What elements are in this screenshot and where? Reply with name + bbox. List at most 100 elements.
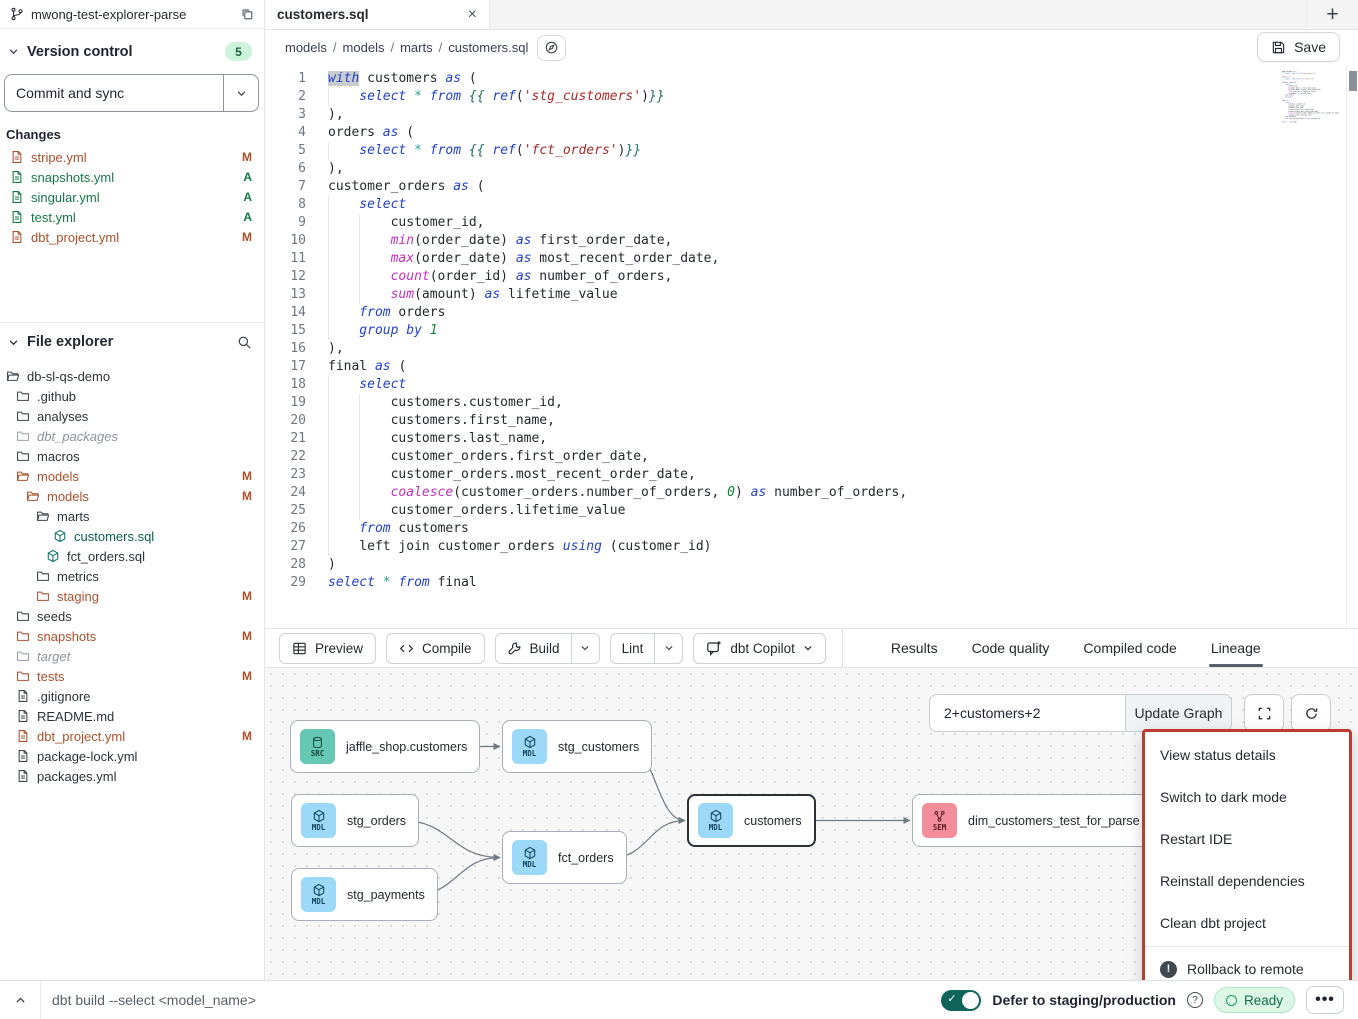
file-tree-item[interactable]: tests M <box>0 666 264 686</box>
file-tree-item-name: models <box>37 469 79 484</box>
more-options-button[interactable]: ••• <box>1306 986 1344 1014</box>
context-menu-item-clean-dbt-project[interactable]: Clean dbt project <box>1145 902 1349 944</box>
file-tree-item[interactable]: staging M <box>0 586 264 606</box>
file-explorer-header[interactable]: File explorer <box>0 323 264 360</box>
commit-and-sync-button[interactable]: Commit and sync <box>5 75 223 111</box>
file-tree-item[interactable]: seeds <box>0 606 264 626</box>
fullscreen-button[interactable] <box>1244 694 1284 732</box>
changed-file-row[interactable]: singular.yml A <box>0 187 264 207</box>
breadcrumb-segment[interactable]: models <box>285 40 327 55</box>
file-explorer-title: File explorer <box>27 334 113 350</box>
changed-file-row[interactable]: dbt_project.yml M <box>0 227 264 247</box>
panel-tab-lineage[interactable]: Lineage <box>1211 629 1261 667</box>
graph-selector-group: 2+customers+2 Update Graph <box>929 694 1232 732</box>
file-tree-item[interactable]: macros <box>0 446 264 466</box>
changed-file-row[interactable]: test.yml A <box>0 207 264 227</box>
code-content[interactable]: with customers as ( select * from {{ ref… <box>319 70 907 628</box>
chevron-down-icon <box>8 337 19 348</box>
panel-tab-code-quality[interactable]: Code quality <box>972 629 1050 667</box>
graph-selector-input[interactable]: 2+customers+2 <box>929 694 1125 732</box>
file-tree-item[interactable]: packages.yml <box>0 766 264 786</box>
new-tab-button[interactable]: + <box>1306 0 1358 29</box>
version-control-header[interactable]: Version control 5 <box>0 29 264 67</box>
lineage-node-stg_customers[interactable]: MDL stg_customers <box>502 720 652 773</box>
breadcrumb-segment[interactable]: marts <box>400 40 433 55</box>
tab-customers-sql[interactable]: customers.sql × <box>265 0 490 29</box>
defer-toggle[interactable]: ✓ <box>941 990 981 1011</box>
compass-icon[interactable] <box>537 35 566 61</box>
file-tree-item[interactable]: .gitignore <box>0 686 264 706</box>
changed-file-name: singular.yml <box>31 190 100 205</box>
preview-button[interactable]: Preview <box>279 633 376 664</box>
changed-file-name: snapshots.yml <box>31 170 114 185</box>
build-options-caret[interactable] <box>571 634 599 663</box>
file-tree-item[interactable]: customers.sql <box>0 526 264 546</box>
lineage-node-dim_customers_test_for_parse[interactable]: SEM dim_customers_test_for_parse <box>912 794 1153 847</box>
lineage-node-stg_orders[interactable]: MDL stg_orders <box>291 794 419 847</box>
lint-options-caret[interactable] <box>654 634 682 663</box>
changed-file-row[interactable]: snapshots.yml A <box>0 167 264 187</box>
node-type-label: MDL <box>523 861 537 869</box>
file-tree-item[interactable]: models M <box>0 486 264 506</box>
file-tree-item[interactable]: fct_orders.sql <box>0 546 264 566</box>
changed-file-row[interactable]: stripe.yml M <box>0 147 264 167</box>
file-tree-item[interactable]: models M <box>0 466 264 486</box>
command-bar[interactable]: dbt build --select <model_name> ✓ Defer … <box>40 981 1358 1019</box>
file-tree-item[interactable]: marts <box>0 506 264 526</box>
compile-button[interactable]: Compile <box>386 633 485 664</box>
lint-button[interactable]: Lint <box>611 634 655 663</box>
help-icon[interactable]: ? <box>1187 992 1203 1008</box>
breadcrumb-segment[interactable]: customers.sql <box>448 40 528 55</box>
copy-branch-icon[interactable] <box>240 7 254 21</box>
context-menu-item-reinstall-dependencies[interactable]: Reinstall dependencies <box>1145 860 1349 902</box>
node-name: stg_orders <box>347 814 406 828</box>
update-graph-button[interactable]: Update Graph <box>1125 694 1232 732</box>
modified-status-badge: M <box>242 489 252 503</box>
file-tree-item[interactable]: package-lock.yml <box>0 746 264 766</box>
file-tree-item[interactable]: analyses <box>0 406 264 426</box>
save-button[interactable]: Save <box>1257 32 1340 62</box>
dbt-cloud-ide: mwong-test-explorer-parse Version contro… <box>0 0 1358 1019</box>
model-icon <box>312 809 326 823</box>
file-tree-item[interactable]: db-sl-qs-demo <box>0 366 264 386</box>
close-tab-icon[interactable]: × <box>468 6 477 24</box>
node-type-label: MDL <box>312 824 326 832</box>
folder-icon <box>16 389 30 403</box>
editor-minimap[interactable]: with customers as ( select * from {{ ref… <box>1282 71 1342 129</box>
node-type-badge: MDL <box>512 729 547 764</box>
context-menu-item-restart-ide[interactable]: Restart IDE <box>1145 818 1349 860</box>
expand-history-button[interactable] <box>0 981 40 1019</box>
editor-scrollbar[interactable] <box>1346 65 1358 628</box>
context-menu-item-view-status-details[interactable]: View status details <box>1145 734 1349 776</box>
file-tree-item[interactable]: dbt_project.yml M <box>0 726 264 746</box>
context-menu-item-switch-to-dark-mode[interactable]: Switch to dark mode <box>1145 776 1349 818</box>
node-name: fct_orders <box>558 851 614 865</box>
file-tree-item-name: snapshots <box>37 629 96 644</box>
lineage-node-src_customers[interactable]: SRC jaffle_shop.customers <box>290 720 480 773</box>
search-icon[interactable] <box>237 335 252 350</box>
build-button[interactable]: Build <box>496 634 571 663</box>
branch-name: mwong-test-explorer-parse <box>31 7 186 22</box>
command-input-text[interactable]: dbt build --select <model_name> <box>52 992 256 1008</box>
file-icon <box>10 190 24 204</box>
lineage-node-customers[interactable]: MDL customers <box>687 794 816 847</box>
file-tree-item[interactable]: .github <box>0 386 264 406</box>
node-type-badge: MDL <box>512 840 547 875</box>
dbt-copilot-button[interactable]: dbt Copilot <box>693 633 826 664</box>
commit-options-caret[interactable] <box>223 75 258 111</box>
file-tree-item[interactable]: dbt_packages <box>0 426 264 446</box>
file-tree-item[interactable]: README.md <box>0 706 264 726</box>
file-tree-item[interactable]: snapshots M <box>0 626 264 646</box>
refresh-graph-button[interactable] <box>1291 694 1331 732</box>
file-tree-item[interactable]: metrics <box>0 566 264 586</box>
code-editor[interactable]: 1234567891011121314151617181920212223242… <box>265 65 1358 628</box>
breadcrumb-segment[interactable]: models <box>343 40 385 55</box>
panel-tab-compiled-code[interactable]: Compiled code <box>1083 629 1176 667</box>
modified-status-badge: M <box>242 729 252 743</box>
scrollbar-thumb[interactable] <box>1349 71 1357 91</box>
lineage-node-stg_payments[interactable]: MDL stg_payments <box>291 868 438 921</box>
panel-tab-results[interactable]: Results <box>891 629 938 667</box>
branch-row[interactable]: mwong-test-explorer-parse <box>0 0 264 29</box>
lineage-node-fct_orders[interactable]: MDL fct_orders <box>502 831 627 884</box>
file-tree-item[interactable]: target <box>0 646 264 666</box>
